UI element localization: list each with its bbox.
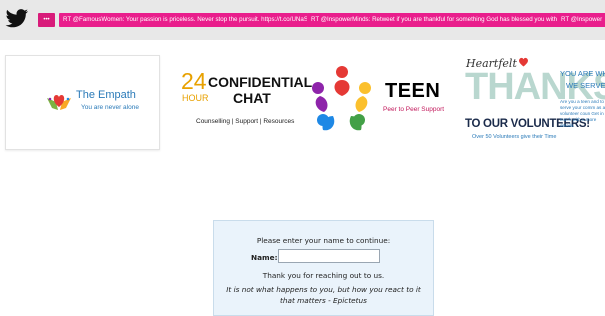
tweet-item[interactable]: RT @InspowerMinds: Retweet if you are th… xyxy=(307,13,560,27)
people-circle-icon xyxy=(312,66,371,131)
empath-banner[interactable]: The Empath You are never alone xyxy=(5,55,160,150)
hands-heart-icon xyxy=(47,95,71,110)
thank-you-text: Thank you for reaching out to us. xyxy=(262,271,385,280)
tweet-item[interactable]: RT @FamousWomen: Your passion is pricele… xyxy=(59,13,308,27)
tweet-item[interactable]: RT @Inspower xyxy=(557,13,605,27)
name-form-panel: Please enter your name to continue: Name… xyxy=(213,220,434,316)
volunteers-note: Over 50 Volunteers give their Time xyxy=(472,134,557,140)
name-label: Name: xyxy=(251,253,278,262)
name-input[interactable] xyxy=(278,249,380,263)
twitter-ticker-bar: ••• RT @FamousWomen: Your passion is pri… xyxy=(0,0,605,40)
serve-title-line1: YOU ARE WH xyxy=(560,69,605,78)
chat-24-number: 24 xyxy=(181,68,207,94)
volunteers-banner[interactable]: Heartfelt THANKS TO OUR VOLUNTEERS! Over… xyxy=(462,55,605,155)
ticker-chip: ••• xyxy=(38,13,55,27)
serve-title: YOU ARE WH WE SERVE xyxy=(560,68,605,92)
teen-subtitle: Peer to Peer Support xyxy=(383,106,445,113)
chat-title-line1: CONFIDENTIAL xyxy=(208,74,313,90)
teen-title: TEEN xyxy=(385,80,441,102)
name-prompt: Please enter your name to continue: xyxy=(256,236,391,245)
chat-subtitle: Counselling | Support | Resources xyxy=(196,118,295,125)
quote-text: It is not what happens to you, but how y… xyxy=(226,285,421,305)
empath-title: The Empath xyxy=(76,89,136,101)
chat-hour-label: HOUR xyxy=(182,93,209,103)
twitter-bird-icon[interactable] xyxy=(5,9,29,29)
serve-body: Are you a teen and to serve your comm as… xyxy=(560,99,605,128)
empath-subtitle: You are never alone xyxy=(81,104,139,111)
thanks-heading: THANKS xyxy=(465,66,605,108)
chat-title-line2: CHAT xyxy=(233,90,271,106)
serve-title-line2: WE SERVE xyxy=(566,81,605,90)
